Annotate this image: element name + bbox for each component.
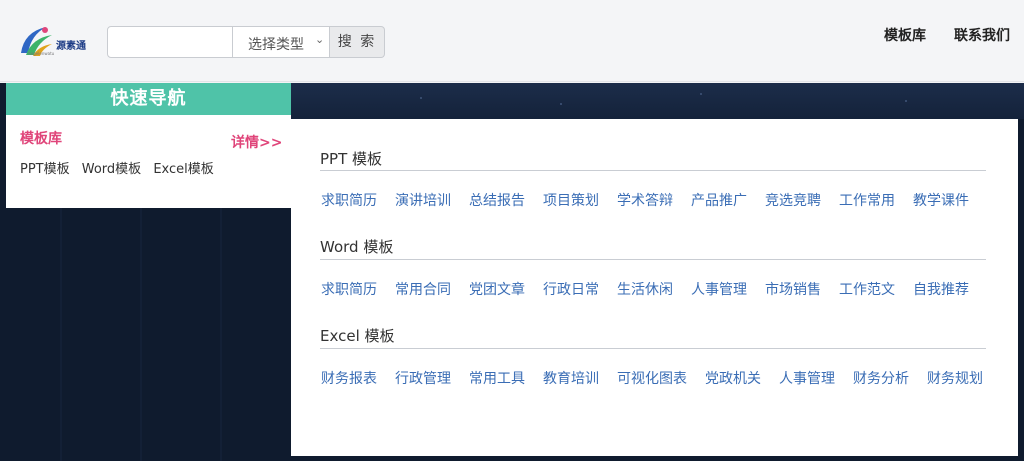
logo-text: 源素通 xyxy=(56,41,86,52)
section-divider xyxy=(320,170,986,171)
quick-nav-title: 快速导航 xyxy=(6,83,291,115)
quick-nav-link-word[interactable]: Word模板 xyxy=(82,162,141,177)
category-link[interactable]: 行政日常 xyxy=(543,279,599,299)
search-button[interactable]: 搜 索 xyxy=(330,26,385,58)
nav-template-library[interactable]: 模板库 xyxy=(884,25,926,45)
category-link[interactable]: 求职简历 xyxy=(321,190,377,210)
template-category-panel: PPT 模板 求职简历 演讲培训 总结报告 项目策划 学术答辩 产品推广 竞选竞聘 工作常用教… xyxy=(291,119,1018,456)
top-header: 源素通 Angelenwatu 选择类型 ⌄ 搜 索 模板库 联系我们 xyxy=(0,0,1024,82)
category-link[interactable]: 财务分析 xyxy=(853,368,909,388)
category-link[interactable]: 自我推荐 xyxy=(913,279,969,299)
category-link[interactable]: 学术答辩 xyxy=(617,190,673,210)
section-divider xyxy=(320,348,986,349)
site-logo[interactable]: 源素通 Angelenwatu xyxy=(18,24,86,58)
category-link[interactable]: 演讲培训 xyxy=(395,190,451,210)
type-select[interactable]: 选择类型 ⌄ xyxy=(232,26,330,58)
category-link[interactable]: 教学课件 xyxy=(913,190,969,210)
category-link[interactable]: 财务报表 xyxy=(321,368,377,388)
category-link[interactable]: 项目策划 xyxy=(543,190,599,210)
category-link[interactable]: 产品推广 xyxy=(691,190,747,210)
section-title-excel: Excel 模板 xyxy=(320,327,395,345)
section-title-ppt: PPT 模板 xyxy=(320,150,383,168)
quick-nav-link-ppt[interactable]: PPT模板 xyxy=(20,162,70,177)
category-link[interactable]: 工作范文 xyxy=(839,279,895,299)
quick-nav-links: PPT模板 Word模板 Excel模板 xyxy=(20,158,222,177)
quick-nav-panel: 快速导航 模板库 详情>> PPT模板 Word模板 Excel模板 xyxy=(6,83,291,208)
chevron-down-icon: ⌄ xyxy=(315,33,325,46)
search-input[interactable] xyxy=(107,26,233,58)
category-link[interactable]: 党政机关 xyxy=(705,368,761,388)
link-row-word: 求职简历 常用合同 党团文章 行政日常 生活休闲 人事管理 市场销售 工作范文 自我推荐 xyxy=(321,279,987,299)
category-link[interactable]: 教育培训 xyxy=(543,368,599,388)
category-link[interactable]: 求职简历 xyxy=(321,279,377,299)
link-row-ppt: 求职简历 演讲培训 总结报告 项目策划 学术答辩 产品推广 竞选竞聘 工作常用 教学课件 xyxy=(321,190,987,210)
section-title-word: Word 模板 xyxy=(320,238,394,256)
category-link[interactable]: 工作常用 xyxy=(839,190,895,210)
section-divider xyxy=(320,259,986,260)
category-link[interactable]: 行政管理 xyxy=(395,368,451,388)
category-link[interactable]: 常用合同 xyxy=(395,279,451,299)
link-row-excel: 财务报表 行政管理 常用工具 教育培训 可视化图表 党政机关 人事管理 财务分析 财务规划 xyxy=(321,368,1001,388)
quick-nav-library-label[interactable]: 模板库 xyxy=(20,128,62,148)
quick-nav-link-excel[interactable]: Excel模板 xyxy=(153,162,213,177)
category-link[interactable]: 生活休闲 xyxy=(617,279,673,299)
category-link[interactable]: 可视化图表 xyxy=(617,368,687,388)
logo-subtext: Angelenwatu xyxy=(28,51,55,56)
category-link[interactable]: 市场销售 xyxy=(765,279,821,299)
nav-contact-us[interactable]: 联系我们 xyxy=(954,25,1010,45)
quick-nav-details-link[interactable]: 详情>> xyxy=(231,132,282,152)
category-link[interactable]: 总结报告 xyxy=(469,190,525,210)
category-link[interactable]: 党团文章 xyxy=(469,279,525,299)
category-link[interactable]: 人事管理 xyxy=(779,368,835,388)
category-link[interactable]: 人事管理 xyxy=(691,279,747,299)
category-link[interactable]: 常用工具 xyxy=(469,368,525,388)
type-select-value: 选择类型 xyxy=(248,37,304,53)
category-link[interactable]: 财务规划 xyxy=(927,368,983,388)
category-link[interactable]: 竞选竞聘 xyxy=(765,190,821,210)
